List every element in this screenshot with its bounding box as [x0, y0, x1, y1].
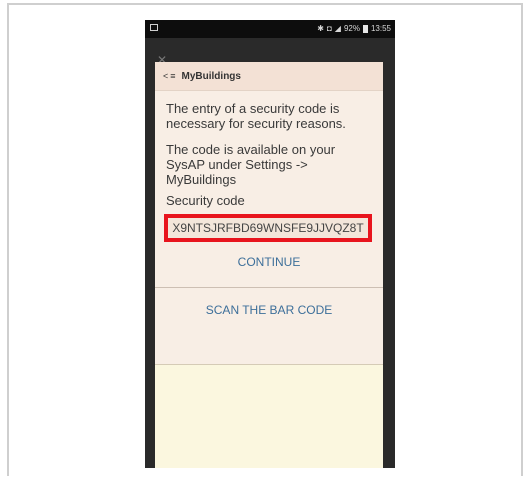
- status-bar: ✱ ◘ ◢ 92% 13:55: [145, 20, 395, 38]
- battery-icon: [362, 24, 368, 33]
- instruction-text: The code is available on your SysAP unde…: [166, 142, 336, 187]
- signal-icon: ◢: [334, 24, 341, 33]
- phone-screen: ✱ ◘ ◢ 92% 13:55 ✕ < ≡ MyBuildings The en…: [145, 20, 395, 468]
- dialog-title: MyBuildings: [181, 70, 241, 82]
- security-code-highlight: [164, 214, 372, 242]
- scan-bar-code-button[interactable]: SCAN THE BAR CODE: [155, 302, 383, 318]
- security-code-input[interactable]: [168, 221, 368, 235]
- bluetooth-icon: ✱: [317, 24, 324, 33]
- notification-icon: [150, 24, 158, 31]
- alarm-icon: ◘: [326, 24, 332, 33]
- menu-icon[interactable]: ≡: [170, 71, 175, 81]
- divider: [155, 287, 383, 288]
- security-code-dialog: < ≡ MyBuildings The entry of a security …: [155, 62, 383, 468]
- back-icon[interactable]: <: [163, 71, 168, 81]
- status-time: 13:55: [370, 24, 391, 33]
- dialog-lower-area: [155, 364, 383, 468]
- status-indicators: ✱ ◘ ◢ 92% 13:55: [317, 24, 391, 33]
- security-code-label: Security code: [166, 193, 245, 208]
- dialog-header: < ≡ MyBuildings: [155, 62, 383, 91]
- explanation-text: The entry of a security code is necessar…: [166, 101, 346, 131]
- battery-percent: 92%: [343, 24, 360, 33]
- continue-button[interactable]: CONTINUE: [155, 254, 383, 270]
